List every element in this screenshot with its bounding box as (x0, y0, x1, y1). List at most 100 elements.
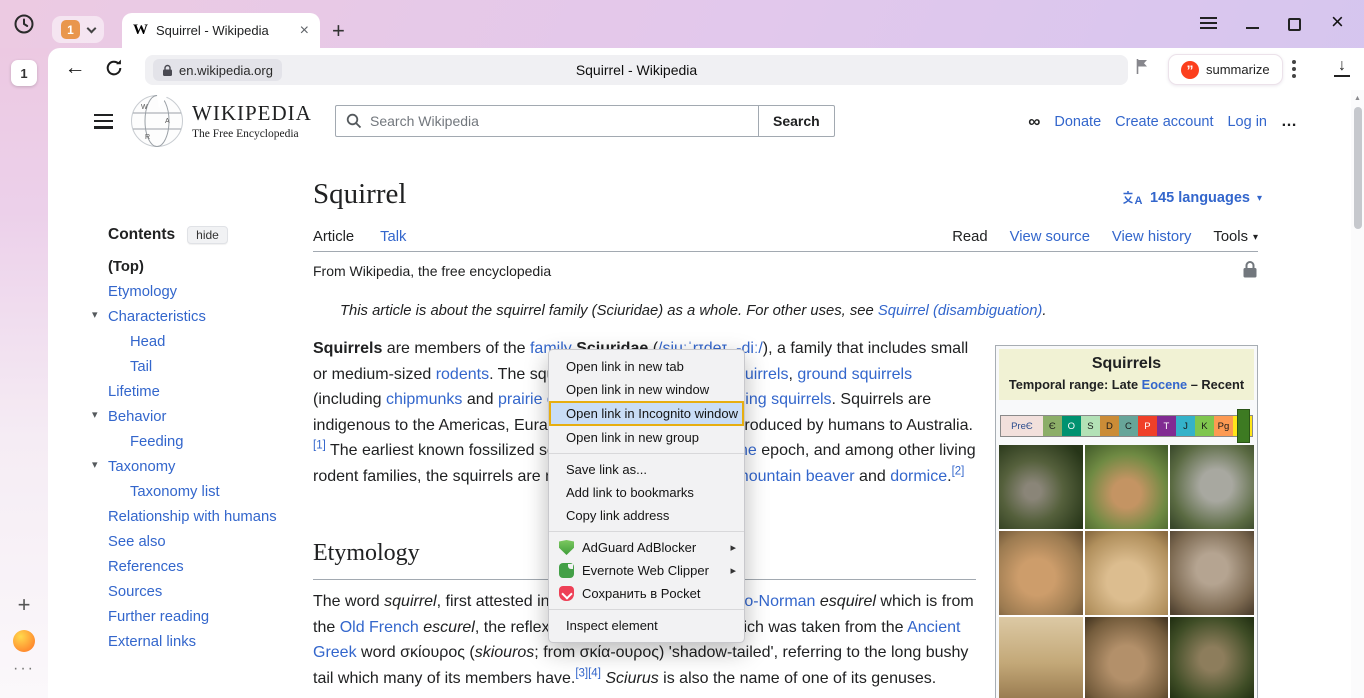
toc-item[interactable]: Tail (94, 354, 304, 379)
toc-item[interactable]: (Top) (94, 254, 304, 279)
menu-item[interactable]: Add link to bookmarks (549, 481, 744, 504)
link[interactable]: [2] (952, 466, 965, 478)
tab-talk[interactable]: Talk (380, 229, 406, 252)
squirrel-photo-7[interactable] (999, 617, 1083, 698)
wikipedia-wordmark[interactable]: WIKIPEDIA The Free Encyclopedia (192, 101, 312, 140)
link[interactable]: dormice (890, 468, 947, 485)
search-input[interactable] (335, 105, 759, 137)
menu-item[interactable]: Open link in new window (549, 378, 744, 401)
wikipedia-globe-logo[interactable]: W A R (129, 93, 185, 149)
menu-item[interactable]: Open link in Incognito window (549, 401, 744, 426)
toc-item[interactable]: Relationship with humans (94, 504, 304, 529)
browser-menu-icon[interactable] (1200, 17, 1217, 32)
toc-item[interactable]: ▾ Behavior (94, 404, 304, 429)
yandex-services-icon[interactable] (13, 630, 35, 652)
toc-link[interactable]: Etymology (108, 284, 177, 300)
toc-link[interactable]: Head (130, 334, 165, 350)
toc-link[interactable]: Sources (108, 584, 162, 600)
squirrel-photo-6[interactable] (1170, 531, 1254, 615)
toc-link[interactable]: Lifetime (108, 384, 160, 400)
menu-item[interactable]: AdGuard AdBlocker▸ (549, 536, 744, 559)
squirrel-photo-1[interactable] (999, 445, 1083, 529)
toc-link[interactable]: (Top) (108, 259, 144, 275)
sidebar-more-icon[interactable]: ··· (0, 660, 48, 678)
toc-expand-caret[interactable]: ▾ (92, 458, 98, 471)
sidebar-tab-counter[interactable]: 1 (11, 60, 37, 86)
squirrel-photo-4[interactable] (999, 531, 1083, 615)
menu-item[interactable]: Open link in new group (549, 426, 744, 449)
toc-link[interactable]: External links (108, 634, 196, 650)
toc-expand-caret[interactable]: ▾ (92, 308, 98, 321)
tab-read[interactable]: Read (952, 229, 987, 252)
scroll-up-arrow[interactable]: ▲ (1354, 95, 1361, 102)
header-more-icon[interactable]: … (1281, 113, 1297, 131)
scrollbar-thumb[interactable] (1354, 107, 1362, 229)
toc-link[interactable]: Characteristics (108, 309, 206, 325)
toc-item[interactable]: References (94, 554, 304, 579)
toc-link[interactable]: Further reading (108, 609, 209, 625)
maximize-button[interactable] (1288, 18, 1301, 31)
toc-link[interactable]: Tail (130, 359, 152, 375)
infinity-icon[interactable]: ∞ (1028, 112, 1040, 132)
link[interactable]: Squirrel (disambiguation) (878, 303, 1043, 319)
back-button[interactable]: ← (60, 56, 90, 80)
toc-link[interactable]: Taxonomy (108, 459, 175, 475)
toc-item[interactable]: ▾ Taxonomy (94, 454, 304, 479)
sidebar-add-button[interactable]: + (0, 592, 48, 618)
toolbar-more-icon[interactable] (1292, 60, 1296, 81)
timescale-label[interactable]: PreЄ (1011, 421, 1033, 432)
link[interactable]: rodents (436, 366, 489, 383)
tab-article[interactable]: Article (313, 229, 354, 252)
bookmark-flag-icon[interactable] (1136, 58, 1149, 80)
tab-view-source[interactable]: View source (1010, 229, 1090, 251)
toc-link[interactable]: Relationship with humans (108, 509, 277, 525)
downloads-button[interactable]: ↓ (1334, 57, 1350, 77)
tab-group-chip[interactable]: 1 (52, 16, 104, 43)
squirrel-photo-8[interactable] (1085, 617, 1169, 698)
squirrel-photo-3[interactable] (1170, 445, 1254, 529)
wikipedia-menu-icon[interactable] (94, 114, 113, 133)
tab-group-badge[interactable]: 1 (61, 20, 80, 39)
toc-link[interactable]: References (108, 559, 184, 575)
toc-item[interactable]: External links (94, 629, 304, 654)
squirrel-photo-2[interactable] (1085, 445, 1169, 529)
link[interactable]: mountain beaver (735, 468, 854, 485)
toc-expand-caret[interactable]: ▾ (92, 408, 98, 421)
link[interactable]: ground squirrels (797, 366, 912, 383)
link[interactable]: [1] (313, 440, 326, 452)
toc-link[interactable]: Behavior (108, 409, 166, 425)
toc-item[interactable]: See also (94, 529, 304, 554)
scrollbar[interactable]: ▲ (1351, 90, 1364, 698)
tab-close-icon[interactable]: × (300, 23, 309, 39)
new-tab-button[interactable]: + (332, 18, 345, 44)
toc-link[interactable]: Feeding (130, 434, 183, 450)
toc-link[interactable]: See also (108, 534, 166, 550)
tab-view-history[interactable]: View history (1112, 229, 1192, 251)
create-account-link[interactable]: Create account (1115, 114, 1213, 130)
history-clock-button[interactable] (8, 8, 40, 40)
toc-item[interactable]: Taxonomy list (94, 479, 304, 504)
active-tab[interactable]: W Squirrel - Wikipedia × (122, 13, 320, 48)
login-link[interactable]: Log in (1227, 114, 1267, 130)
toc-hide-button[interactable]: hide (187, 226, 228, 244)
minimize-button[interactable] (1246, 27, 1259, 29)
squirrel-photo-5[interactable] (1085, 531, 1169, 615)
summarize-button[interactable]: ” summarize (1168, 54, 1283, 85)
squirrel-photo-9[interactable] (1170, 617, 1254, 698)
link[interactable]: [3][4] (575, 667, 601, 679)
link[interactable]: chipmunks (386, 391, 462, 408)
menu-item[interactable]: Copy link address (549, 504, 744, 527)
address-bar[interactable]: en.wikipedia.org Squirrel - Wikipedia (145, 55, 1128, 85)
toc-item[interactable]: Lifetime (94, 379, 304, 404)
menu-item[interactable]: Open link in new tab (549, 355, 744, 378)
languages-button[interactable]: A 145 languages ▾ (1122, 190, 1262, 206)
link[interactable]: Eocene (1142, 377, 1188, 392)
search-button[interactable]: Search (758, 105, 835, 137)
toc-item[interactable]: Sources (94, 579, 304, 604)
donate-link[interactable]: Donate (1054, 114, 1101, 130)
tab-tools[interactable]: Tools▾ (1213, 229, 1258, 251)
toc-link[interactable]: Taxonomy list (130, 484, 220, 500)
chevron-down-icon[interactable] (87, 23, 97, 33)
toc-item[interactable]: Further reading (94, 604, 304, 629)
menu-item[interactable]: Сохранить в Pocket (549, 582, 744, 605)
